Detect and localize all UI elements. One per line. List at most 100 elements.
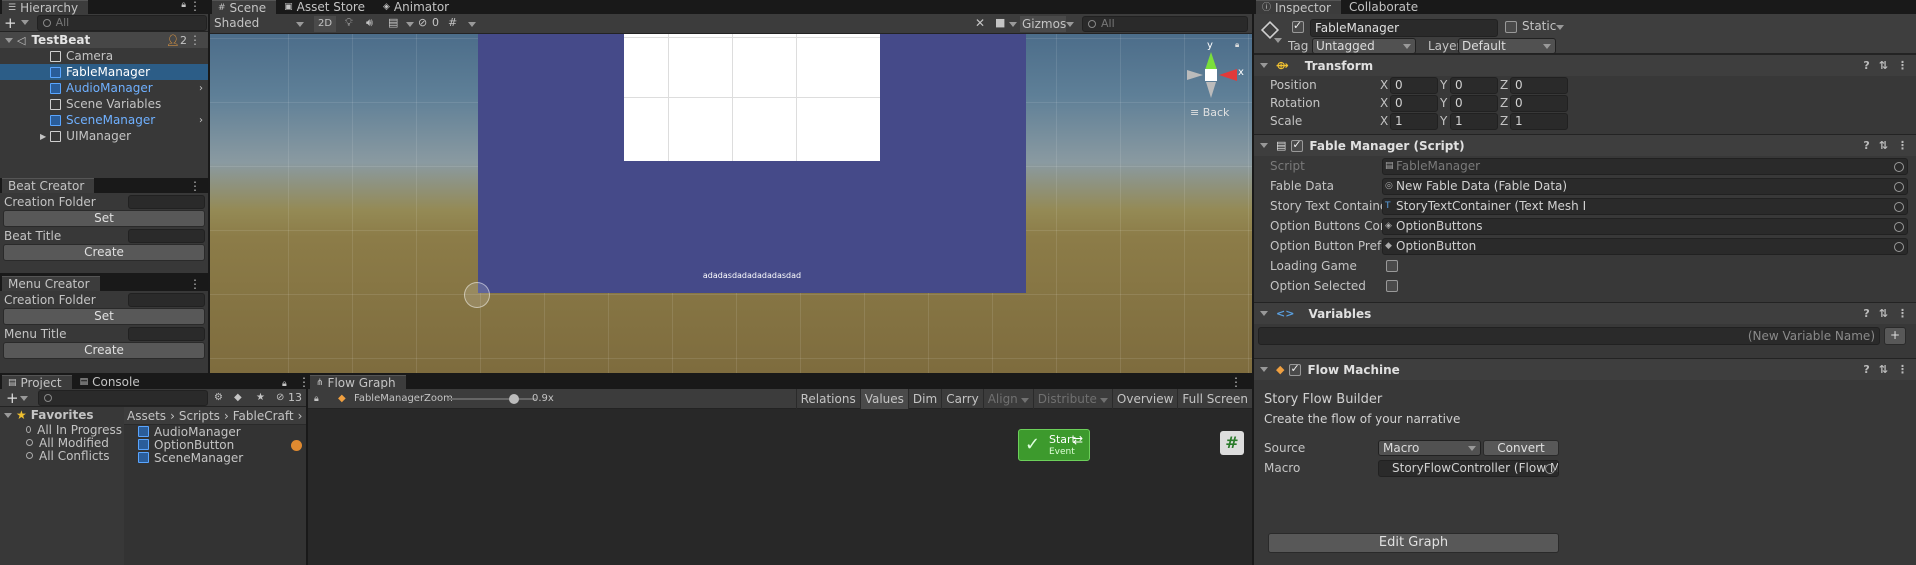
move-handle[interactable] (464, 282, 490, 308)
breadcrumb-item[interactable]: Assets (127, 409, 166, 423)
x-field[interactable]: 1 (1390, 112, 1438, 130)
flow-machine-header[interactable]: ◆ Flow Machine ? ⇅ ⋮ (1254, 358, 1916, 380)
gizmos-dropdown-icon[interactable] (1066, 22, 1074, 27)
flow-graph-menu-icon[interactable]: ⋮ (1230, 375, 1242, 389)
hidden-objects-icon[interactable]: ⊘ (418, 16, 427, 29)
script-field-value[interactable]: ◆ OptionButton (1382, 237, 1908, 255)
hierarchy-item[interactable]: AudioManager › (0, 80, 208, 96)
convert-button[interactable]: Convert (1483, 440, 1559, 456)
toggle-2d-button[interactable]: 2D (314, 16, 336, 32)
x-field[interactable]: 0 (1390, 94, 1438, 112)
favorite-item[interactable]: All Conflicts (0, 449, 122, 463)
graph-canvas[interactable]: ✓ Start Event ⇄ # (308, 409, 1252, 565)
asset-item[interactable]: OptionButton (124, 438, 306, 452)
beat-menu-icon[interactable]: ⋮ (189, 179, 201, 193)
add-icon[interactable]: + (6, 389, 19, 407)
preset-icon[interactable]: ⇅ (1879, 307, 1888, 320)
gizmo-lock-icon[interactable]: 🔒︎ (1235, 40, 1239, 50)
add-dropdown-icon[interactable] (20, 396, 28, 401)
breadcrumb-item[interactable]: Scripts (179, 409, 220, 423)
layer-dropdown[interactable]: Default (1458, 38, 1556, 54)
hierarchy-menu-icon[interactable]: ⋮ (189, 0, 201, 13)
grid-icon[interactable]: # (448, 16, 457, 29)
preset-icon[interactable]: ⇅ (1879, 363, 1888, 376)
orientation-gizmo[interactable]: y x (1182, 40, 1244, 104)
y-field[interactable]: 0 (1450, 76, 1498, 94)
breadcrumb-item[interactable]: FableCraft (233, 409, 294, 423)
tab-asset-store[interactable]: ▣ Asset Store (278, 0, 375, 14)
z-field[interactable]: 0 (1510, 76, 1568, 94)
option-selected-checkbox[interactable] (1386, 280, 1398, 292)
lock-icon[interactable]: 🔒︎ (282, 379, 287, 389)
hidden-packages-icon[interactable]: ⊘ (276, 392, 284, 403)
chevron-right-icon[interactable]: › (199, 83, 203, 94)
flow-align-button[interactable]: Align (982, 389, 1033, 409)
script-enabled-checkbox[interactable] (1291, 138, 1304, 152)
lock-icon[interactable]: 🔒︎ (314, 394, 319, 404)
active-checkbox[interactable] (1292, 19, 1304, 33)
component-menu-icon[interactable]: ⋮ (1897, 139, 1908, 152)
tab-hierarchy[interactable]: ☰ Hierarchy (2, 0, 89, 15)
graph-inspector-toggle[interactable]: # (1220, 431, 1244, 455)
collapse-icon[interactable] (1260, 63, 1268, 68)
add-icon[interactable]: + (4, 14, 17, 32)
scene-search-input[interactable]: All (1082, 16, 1248, 32)
hierarchy-item[interactable]: FableManager (0, 64, 208, 80)
asset-item[interactable]: AudioManager (124, 425, 306, 439)
favorite-item[interactable]: All Modified (0, 436, 122, 450)
tab-project[interactable]: ▤ Project (2, 375, 72, 390)
hierarchy-item[interactable]: ▶ UIManager (0, 128, 208, 144)
source-dropdown[interactable]: Macro (1378, 440, 1481, 456)
help-icon[interactable]: ? (1863, 307, 1869, 320)
collapse-icon[interactable] (1260, 143, 1268, 148)
static-dropdown-icon[interactable] (1556, 25, 1564, 30)
transform-header[interactable]: ⟴ Transform ? ⇅ ⋮ (1254, 54, 1916, 76)
beat-folder-field[interactable] (128, 194, 205, 209)
loading-game-checkbox[interactable] (1386, 260, 1398, 272)
effects-dropdown-icon[interactable] (406, 22, 414, 27)
tab-beat-creator[interactable]: Beat Creator (2, 178, 95, 193)
audio-icon[interactable]: 🔊︎ (366, 16, 373, 30)
beat-title-field[interactable] (128, 228, 205, 243)
flow-values-button[interactable]: Values (859, 389, 908, 409)
icon-dropdown-icon[interactable] (1274, 38, 1282, 43)
menu-set-button[interactable]: Set (3, 308, 205, 325)
edit-graph-button[interactable]: Edit Graph (1268, 533, 1559, 553)
menu-create-button[interactable]: Create (3, 342, 205, 359)
preset-icon[interactable]: ⇅ (1879, 59, 1888, 72)
preset-icon[interactable]: ⇅ (1879, 139, 1888, 152)
variables-header[interactable]: <> Variables ? ⇅ ⋮ (1254, 302, 1916, 324)
flow-dim-button[interactable]: Dim (907, 389, 941, 409)
y-field[interactable]: 1 (1450, 112, 1498, 130)
favorite-item[interactable]: All In Progress (0, 423, 122, 437)
script-field-value[interactable]: ◎ New Fable Data (Fable Data) (1382, 177, 1908, 195)
camera-icon[interactable]: ■ (995, 16, 1005, 29)
start-event-node[interactable]: ✓ Start Event ⇄ (1018, 429, 1090, 461)
tools-icon[interactable]: ✕ (975, 16, 985, 30)
expand-icon[interactable] (5, 37, 13, 43)
asset-item[interactable]: SceneManager (124, 451, 306, 465)
flow-relations-button[interactable]: Relations (795, 389, 860, 409)
chevron-right-icon[interactable]: › (199, 115, 203, 126)
flow-overview-button[interactable]: Overview (1111, 389, 1178, 409)
static-checkbox[interactable] (1505, 21, 1517, 33)
add-dropdown-icon[interactable] (20, 20, 29, 25)
help-icon[interactable]: ? (1863, 139, 1869, 152)
component-menu-icon[interactable]: ⋮ (1897, 307, 1908, 320)
camera-dropdown-icon[interactable] (1009, 22, 1017, 27)
beat-set-button[interactable]: Set (3, 210, 205, 227)
scene-viewport[interactable]: adadasdadadadadasdad y x 🔒︎ ≡ Back (210, 34, 1252, 373)
fable-script-header[interactable]: ▤ Fable Manager (Script) ? ⇅ ⋮ (1254, 134, 1916, 156)
z-field[interactable]: 1 (1510, 112, 1568, 130)
scene-root-row[interactable]: ◁ TestBeat 👤︎ 2 ⋮ (0, 32, 208, 48)
scene-menu-icon[interactable]: ⋮ (189, 33, 201, 47)
macro-field[interactable]: StoryFlowController (Flow Macro (1378, 459, 1559, 477)
tab-animator[interactable]: ◈ Animator (377, 0, 459, 14)
component-menu-icon[interactable]: ⋮ (1897, 59, 1908, 72)
flow-full-screen-button[interactable]: Full Screen (1177, 389, 1252, 409)
component-menu-icon[interactable]: ⋮ (1897, 363, 1908, 376)
star-icon[interactable]: ★ (256, 392, 265, 403)
tab-flow-graph[interactable]: ⋔ Flow Graph (310, 375, 406, 390)
script-field-value[interactable]: T StoryTextContainer (Text Mesh I (1382, 197, 1908, 215)
script-field-value[interactable]: ◈ OptionButtons (1382, 217, 1908, 235)
